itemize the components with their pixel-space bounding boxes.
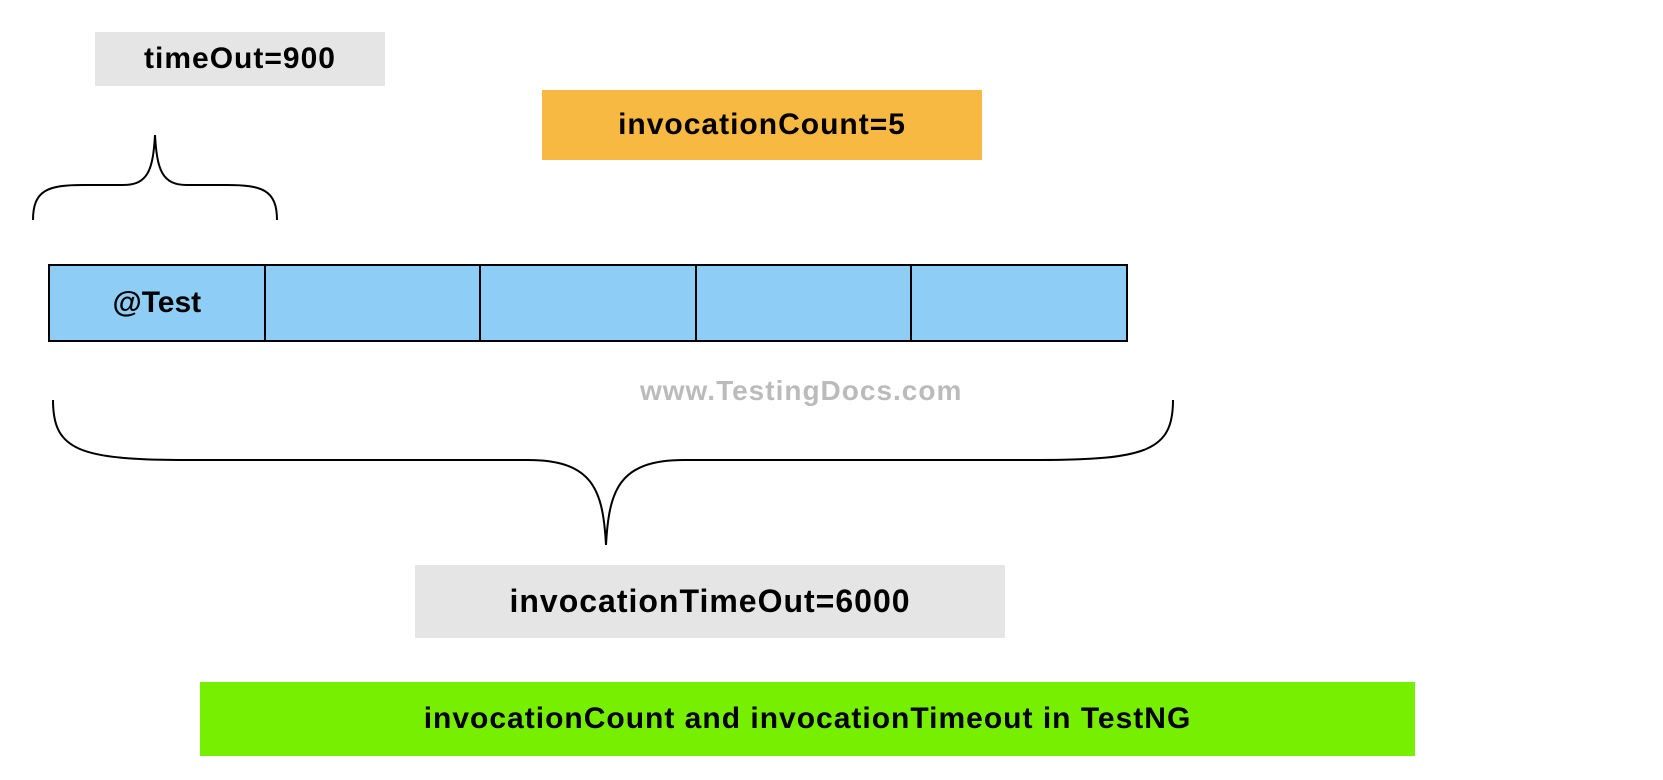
- test-cell-5: [910, 264, 1128, 342]
- test-cell-1: @Test: [48, 264, 266, 342]
- timeout-label: timeOut=900: [95, 32, 385, 86]
- bottom-brace-icon: [48, 390, 1183, 550]
- invocation-timeout-label: invocationTimeOut=6000: [415, 565, 1005, 638]
- invocation-count-label: invocationCount=5: [542, 90, 982, 160]
- test-cell-2: [264, 264, 482, 342]
- test-invocation-bar: @Test: [48, 264, 1126, 342]
- test-cell-4: [695, 264, 913, 342]
- diagram-title: invocationCount and invocationTimeout in…: [200, 682, 1415, 756]
- top-brace-icon: [28, 95, 283, 225]
- test-cell-3: [479, 264, 697, 342]
